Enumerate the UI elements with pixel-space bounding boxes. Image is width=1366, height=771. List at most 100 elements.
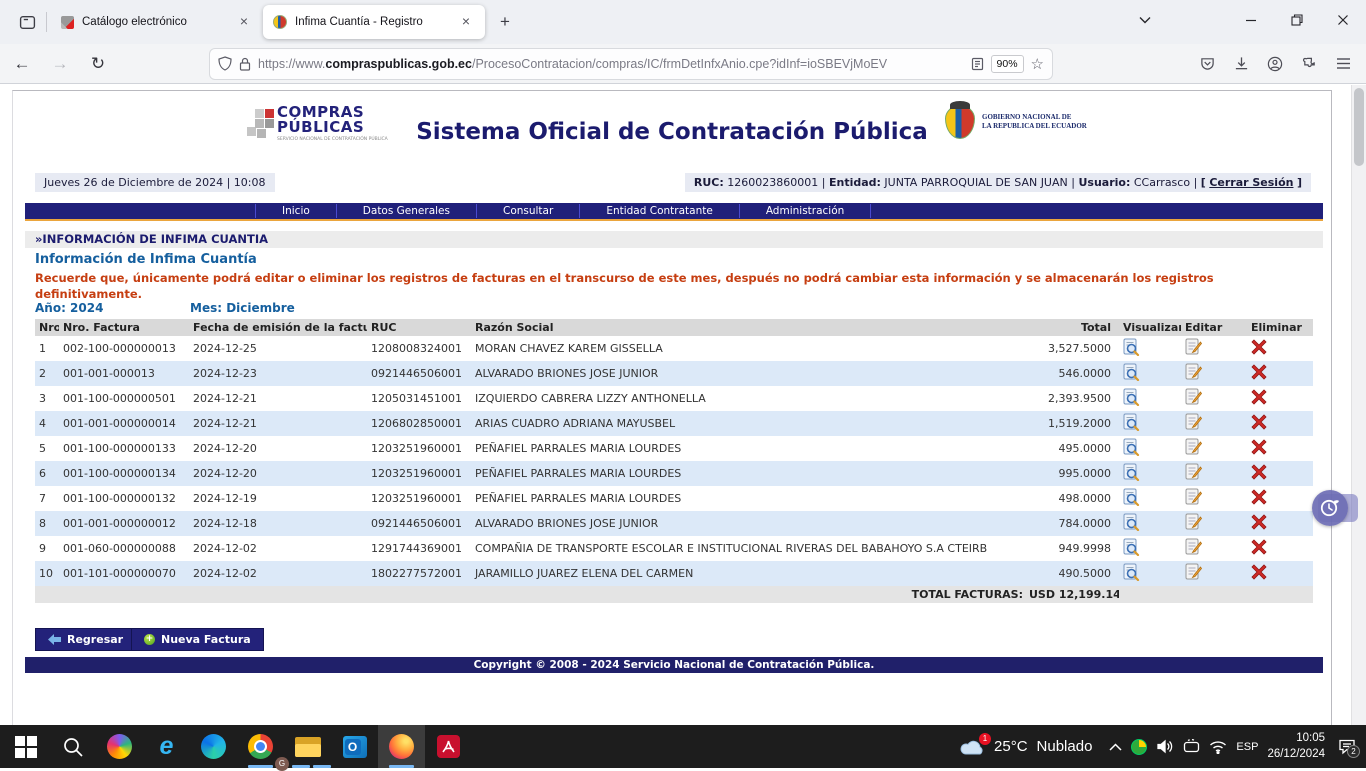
editar-icon[interactable] <box>1185 363 1202 384</box>
new-tab-button[interactable]: + <box>491 8 519 36</box>
weather-button[interactable]: 1 <box>959 738 985 756</box>
cell-total: 495.0000 <box>1027 436 1119 461</box>
regresar-button[interactable]: Regresar <box>35 628 136 651</box>
visualizar-icon[interactable] <box>1123 413 1140 434</box>
cell-fecha: 2024-12-02 <box>189 536 367 561</box>
visualizar-icon[interactable] <box>1123 363 1140 384</box>
edge-button[interactable] <box>190 725 237 768</box>
nav-administracion[interactable]: Administración <box>740 204 872 218</box>
editar-icon[interactable] <box>1185 563 1202 584</box>
file-explorer-button[interactable] <box>284 725 331 768</box>
firefox-view-icon[interactable] <box>12 8 42 36</box>
account-icon[interactable] <box>1260 49 1290 79</box>
url-bar[interactable]: https://www.compraspublicas.gob.ec/Proce… <box>210 49 1052 79</box>
cell-fecha: 2024-12-18 <box>189 511 367 536</box>
nav-entidad-contratante[interactable]: Entidad Contratante <box>580 204 740 218</box>
menu-hamburger-icon[interactable] <box>1328 49 1358 79</box>
chrome-button[interactable]: G <box>237 725 284 768</box>
nav-datos-generales[interactable]: Datos Generales <box>337 204 477 218</box>
close-tab-icon[interactable]: × <box>235 13 253 31</box>
visualizar-icon[interactable] <box>1123 488 1140 509</box>
copilot-button[interactable] <box>96 725 143 768</box>
year-label: Año: 2024 <box>35 301 103 315</box>
copilot-icon <box>107 734 132 759</box>
eliminar-icon[interactable] <box>1251 339 1267 358</box>
eliminar-icon[interactable] <box>1251 514 1267 533</box>
clock[interactable]: 10:05 26/12/2024 <box>1267 731 1325 762</box>
cell-nro: 1 <box>35 336 59 361</box>
scrollbar-thumb[interactable] <box>1354 88 1364 166</box>
close-tab-icon[interactable]: × <box>457 13 475 31</box>
tray-overflow-chevron-icon[interactable] <box>1109 743 1122 751</box>
cell-total: 3,527.5000 <box>1027 336 1119 361</box>
downloads-icon[interactable] <box>1226 49 1256 79</box>
ruc-label: RUC: <box>694 176 724 189</box>
internet-explorer-button[interactable]: e <box>143 725 190 768</box>
eliminar-icon[interactable] <box>1251 364 1267 383</box>
visualizar-icon[interactable] <box>1123 538 1140 559</box>
tab-infima-cuantia[interactable]: Infima Cuantía - Registro × <box>263 5 485 39</box>
acrobat-button[interactable] <box>425 725 472 768</box>
visualizar-icon[interactable] <box>1123 513 1140 534</box>
visualizar-icon[interactable] <box>1123 438 1140 459</box>
editar-icon[interactable] <box>1185 388 1202 409</box>
editar-icon[interactable] <box>1185 413 1202 434</box>
editar-icon[interactable] <box>1185 438 1202 459</box>
search-button[interactable] <box>49 725 96 768</box>
zoom-level-pill[interactable]: 90% <box>991 55 1024 73</box>
antivirus-shield-icon[interactable] <box>1131 739 1147 755</box>
tab-catalogo[interactable]: Catálogo electrónico × <box>51 5 263 39</box>
nav-inicio[interactable]: Inicio <box>255 204 337 218</box>
timer-clock-icon[interactable] <box>1312 490 1348 526</box>
editar-icon[interactable] <box>1185 463 1202 484</box>
list-tabs-chevron-icon[interactable] <box>1122 0 1168 40</box>
notification-center-button[interactable]: 2 <box>1338 738 1356 755</box>
bookmark-star-icon[interactable]: ☆ <box>1031 55 1044 73</box>
tracking-shield-icon[interactable] <box>218 56 232 71</box>
acrobat-icon <box>437 735 460 758</box>
floating-timer-extension[interactable] <box>1312 490 1358 526</box>
reader-view-icon[interactable] <box>971 57 984 71</box>
cell-nro: 5 <box>35 436 59 461</box>
firefox-button[interactable] <box>378 725 425 768</box>
extensions-puzzle-icon[interactable] <box>1294 49 1324 79</box>
cast-display-icon[interactable] <box>1183 739 1200 754</box>
temperature-text[interactable]: 25°C <box>994 738 1028 755</box>
eliminar-icon[interactable] <box>1251 539 1267 558</box>
eliminar-icon[interactable] <box>1251 464 1267 483</box>
start-button[interactable] <box>2 725 49 768</box>
eliminar-icon[interactable] <box>1251 389 1267 408</box>
logout-link[interactable]: Cerrar Sesión <box>1209 176 1293 189</box>
table-row: 6 001-100-000000134 2024-12-20 120325196… <box>35 461 1313 486</box>
eliminar-icon[interactable] <box>1251 564 1267 583</box>
nueva-factura-button[interactable]: + Nueva Factura <box>131 628 264 651</box>
close-window-button[interactable] <box>1320 0 1366 40</box>
back-icon[interactable]: ← <box>6 49 38 79</box>
editar-icon[interactable] <box>1185 338 1202 359</box>
pocket-icon[interactable] <box>1192 49 1222 79</box>
language-indicator[interactable]: ESP <box>1236 741 1258 753</box>
minimize-button[interactable] <box>1228 0 1274 40</box>
reload-icon[interactable]: ↻ <box>82 49 114 79</box>
outlook-button[interactable]: O <box>331 725 378 768</box>
editar-icon[interactable] <box>1185 488 1202 509</box>
volume-icon[interactable] <box>1156 739 1174 754</box>
weather-condition-text[interactable]: Nublado <box>1037 738 1093 755</box>
ruc-value: 1260023860001 <box>727 176 818 189</box>
eliminar-icon[interactable] <box>1251 439 1267 458</box>
visualizar-icon[interactable] <box>1123 563 1140 584</box>
eliminar-icon[interactable] <box>1251 414 1267 433</box>
visualizar-icon[interactable] <box>1123 338 1140 359</box>
visualizar-icon[interactable] <box>1123 463 1140 484</box>
nav-consultar[interactable]: Consultar <box>477 204 580 218</box>
lock-icon[interactable] <box>239 57 251 71</box>
editar-icon[interactable] <box>1185 513 1202 534</box>
visualizar-icon[interactable] <box>1123 388 1140 409</box>
restore-button[interactable] <box>1274 0 1320 40</box>
wifi-icon[interactable] <box>1209 740 1227 754</box>
eliminar-icon[interactable] <box>1251 489 1267 508</box>
page-title: Sistema Oficial de Contratación Pública <box>13 119 1331 145</box>
table-header-row: Nro Nro. Factura Fecha de emisión de la … <box>35 319 1313 336</box>
editar-icon[interactable] <box>1185 538 1202 559</box>
vertical-scrollbar[interactable] <box>1351 85 1366 725</box>
